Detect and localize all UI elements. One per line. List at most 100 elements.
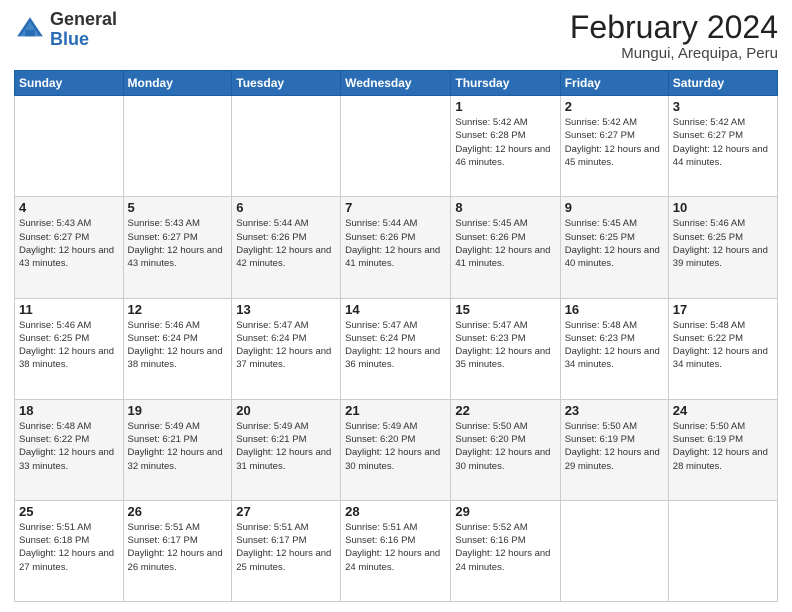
calendar-cell: 13 Sunrise: 5:47 AMSunset: 6:24 PMDayligh…	[232, 298, 341, 399]
day-info: Sunrise: 5:50 AMSunset: 6:19 PMDaylight:…	[673, 420, 773, 473]
col-monday: Monday	[123, 71, 232, 96]
day-info: Sunrise: 5:46 AMSunset: 6:24 PMDaylight:…	[128, 319, 228, 372]
day-info: Sunrise: 5:51 AMSunset: 6:16 PMDaylight:…	[345, 521, 446, 574]
day-info: Sunrise: 5:47 AMSunset: 6:24 PMDaylight:…	[236, 319, 336, 372]
day-info: Sunrise: 5:42 AMSunset: 6:28 PMDaylight:…	[455, 116, 555, 169]
day-info: Sunrise: 5:48 AMSunset: 6:22 PMDaylight:…	[19, 420, 119, 473]
calendar-cell: 18 Sunrise: 5:48 AMSunset: 6:22 PMDayligh…	[15, 399, 124, 500]
page: General Blue February 2024 Mungui, Arequ…	[0, 0, 792, 612]
logo-blue-text: Blue	[50, 30, 117, 50]
col-saturday: Saturday	[668, 71, 777, 96]
day-number: 26	[128, 504, 228, 519]
calendar-cell: 22 Sunrise: 5:50 AMSunset: 6:20 PMDayligh…	[451, 399, 560, 500]
calendar-cell: 25 Sunrise: 5:51 AMSunset: 6:18 PMDayligh…	[15, 500, 124, 601]
col-thursday: Thursday	[451, 71, 560, 96]
day-number: 25	[19, 504, 119, 519]
calendar-cell	[232, 96, 341, 197]
title-block: February 2024 Mungui, Arequipa, Peru	[570, 10, 778, 62]
calendar-table: Sunday Monday Tuesday Wednesday Thursday…	[14, 70, 778, 602]
day-info: Sunrise: 5:42 AMSunset: 6:27 PMDaylight:…	[565, 116, 664, 169]
day-info: Sunrise: 5:44 AMSunset: 6:26 PMDaylight:…	[236, 217, 336, 270]
calendar-cell: 24 Sunrise: 5:50 AMSunset: 6:19 PMDayligh…	[668, 399, 777, 500]
calendar-cell: 1 Sunrise: 5:42 AMSunset: 6:28 PMDaylight…	[451, 96, 560, 197]
calendar-cell: 26 Sunrise: 5:51 AMSunset: 6:17 PMDayligh…	[123, 500, 232, 601]
day-info: Sunrise: 5:52 AMSunset: 6:16 PMDaylight:…	[455, 521, 555, 574]
calendar-week-3: 11Sunrise: 5:46 AMSunset: 6:25 PMDayligh…	[15, 298, 778, 399]
day-number: 4	[19, 200, 119, 215]
day-number: 24	[673, 403, 773, 418]
day-number: 1	[455, 99, 555, 114]
calendar-cell: 23 Sunrise: 5:50 AMSunset: 6:19 PMDayligh…	[560, 399, 668, 500]
day-number: 3	[673, 99, 773, 114]
logo-general-text: General	[50, 10, 117, 30]
day-info: Sunrise: 5:47 AMSunset: 6:23 PMDaylight:…	[455, 319, 555, 372]
calendar-week-1: 1 Sunrise: 5:42 AMSunset: 6:28 PMDaylight…	[15, 96, 778, 197]
calendar-cell: 12 Sunrise: 5:46 AMSunset: 6:24 PMDayligh…	[123, 298, 232, 399]
day-number: 20	[236, 403, 336, 418]
day-info: Sunrise: 5:48 AMSunset: 6:23 PMDaylight:…	[565, 319, 664, 372]
logo-icon	[14, 14, 46, 46]
day-info: Sunrise: 5:43 AMSunset: 6:27 PMDaylight:…	[19, 217, 119, 270]
calendar-week-2: 4 Sunrise: 5:43 AMSunset: 6:27 PMDaylight…	[15, 197, 778, 298]
col-sunday: Sunday	[15, 71, 124, 96]
calendar-cell: 14 Sunrise: 5:47 AMSunset: 6:24 PMDayligh…	[341, 298, 451, 399]
calendar-cell: 19 Sunrise: 5:49 AMSunset: 6:21 PMDayligh…	[123, 399, 232, 500]
calendar-cell	[123, 96, 232, 197]
calendar-cell: 8 Sunrise: 5:45 AMSunset: 6:26 PMDaylight…	[451, 197, 560, 298]
day-number: 14	[345, 302, 446, 317]
day-number: 13	[236, 302, 336, 317]
day-number: 11	[19, 302, 119, 317]
day-number: 9	[565, 200, 664, 215]
calendar-cell	[341, 96, 451, 197]
day-info: Sunrise: 5:47 AMSunset: 6:24 PMDaylight:…	[345, 319, 446, 372]
calendar-cell: 4 Sunrise: 5:43 AMSunset: 6:27 PMDaylight…	[15, 197, 124, 298]
calendar-cell: 6 Sunrise: 5:44 AMSunset: 6:26 PMDaylight…	[232, 197, 341, 298]
day-number: 18	[19, 403, 119, 418]
calendar-header-row: Sunday Monday Tuesday Wednesday Thursday…	[15, 71, 778, 96]
day-info: Sunrise: 5:44 AMSunset: 6:26 PMDaylight:…	[345, 217, 446, 270]
day-number: 10	[673, 200, 773, 215]
calendar-week-4: 18 Sunrise: 5:48 AMSunset: 6:22 PMDayligh…	[15, 399, 778, 500]
col-friday: Friday	[560, 71, 668, 96]
day-info: Sunrise: 5:50 AMSunset: 6:20 PMDaylight:…	[455, 420, 555, 473]
calendar-cell	[668, 500, 777, 601]
day-info: Sunrise: 5:45 AMSunset: 6:26 PMDaylight:…	[455, 217, 555, 270]
day-info: Sunrise: 5:50 AMSunset: 6:19 PMDaylight:…	[565, 420, 664, 473]
logo-text: General Blue	[50, 10, 117, 50]
calendar-cell: 28Sunrise: 5:51 AMSunset: 6:16 PMDayligh…	[341, 500, 451, 601]
day-number: 29	[455, 504, 555, 519]
calendar-cell: 5Sunrise: 5:43 AMSunset: 6:27 PMDaylight…	[123, 197, 232, 298]
day-number: 19	[128, 403, 228, 418]
header: General Blue February 2024 Mungui, Arequ…	[14, 10, 778, 62]
day-number: 6	[236, 200, 336, 215]
col-tuesday: Tuesday	[232, 71, 341, 96]
day-info: Sunrise: 5:49 AMSunset: 6:21 PMDaylight:…	[128, 420, 228, 473]
calendar-cell: 15 Sunrise: 5:47 AMSunset: 6:23 PMDayligh…	[451, 298, 560, 399]
calendar-cell: 11Sunrise: 5:46 AMSunset: 6:25 PMDayligh…	[15, 298, 124, 399]
calendar-cell: 21Sunrise: 5:49 AMSunset: 6:20 PMDayligh…	[341, 399, 451, 500]
day-number: 23	[565, 403, 664, 418]
calendar-cell	[15, 96, 124, 197]
calendar-week-5: 25 Sunrise: 5:51 AMSunset: 6:18 PMDayligh…	[15, 500, 778, 601]
day-number: 22	[455, 403, 555, 418]
day-number: 12	[128, 302, 228, 317]
logo: General Blue	[14, 10, 117, 50]
day-number: 7	[345, 200, 446, 215]
day-number: 8	[455, 200, 555, 215]
calendar-cell: 27Sunrise: 5:51 AMSunset: 6:17 PMDayligh…	[232, 500, 341, 601]
day-info: Sunrise: 5:51 AMSunset: 6:17 PMDaylight:…	[128, 521, 228, 574]
day-info: Sunrise: 5:51 AMSunset: 6:18 PMDaylight:…	[19, 521, 119, 574]
main-title: February 2024	[570, 10, 778, 45]
day-number: 16	[565, 302, 664, 317]
day-number: 21	[345, 403, 446, 418]
day-info: Sunrise: 5:48 AMSunset: 6:22 PMDaylight:…	[673, 319, 773, 372]
calendar-cell: 16 Sunrise: 5:48 AMSunset: 6:23 PMDayligh…	[560, 298, 668, 399]
calendar-cell: 17Sunrise: 5:48 AMSunset: 6:22 PMDayligh…	[668, 298, 777, 399]
day-info: Sunrise: 5:42 AMSunset: 6:27 PMDaylight:…	[673, 116, 773, 169]
calendar-cell: 7 Sunrise: 5:44 AMSunset: 6:26 PMDaylight…	[341, 197, 451, 298]
subtitle: Mungui, Arequipa, Peru	[570, 45, 778, 62]
day-info: Sunrise: 5:49 AMSunset: 6:21 PMDaylight:…	[236, 420, 336, 473]
day-number: 15	[455, 302, 555, 317]
calendar-cell: 3 Sunrise: 5:42 AMSunset: 6:27 PMDaylight…	[668, 96, 777, 197]
calendar-cell: 10Sunrise: 5:46 AMSunset: 6:25 PMDayligh…	[668, 197, 777, 298]
